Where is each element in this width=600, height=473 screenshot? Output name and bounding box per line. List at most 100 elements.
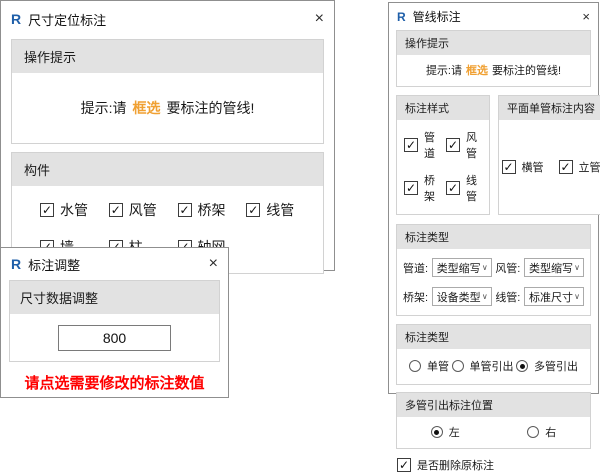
checkbox-conduit[interactable]: ✓ 线管 bbox=[446, 172, 484, 204]
dialog-title: 尺寸定位标注 bbox=[28, 10, 106, 29]
dropdown-value: 标准尺寸 bbox=[529, 289, 573, 305]
hint-text: 提示:请 框选 要标注的管线! bbox=[12, 73, 323, 143]
hint-group: 操作提示 提示:请 框选 要标注的管线! bbox=[396, 30, 591, 87]
checkbox-label: 风管 bbox=[466, 129, 484, 161]
titlebar[interactable]: R 管线标注 × bbox=[389, 3, 598, 30]
hint-text: 提示:请 框选 要标注的管线! bbox=[397, 55, 590, 86]
radio-label: 单管 bbox=[427, 358, 449, 374]
checkbox-label: 桥架 bbox=[198, 200, 226, 220]
radio-icon bbox=[409, 360, 421, 372]
titlebar[interactable]: R 标注调整 × bbox=[1, 248, 228, 280]
dropdown-tray-type[interactable]: 设备类型 ∨ bbox=[432, 287, 492, 306]
check-icon: ✓ bbox=[42, 204, 52, 216]
checkbox-label: 风管 bbox=[129, 200, 157, 220]
mode-radio-row: 单管 单管引出 多管引出 bbox=[397, 349, 590, 384]
checkbox-box: ✓ bbox=[246, 203, 260, 217]
checkbox-label: 桥架 bbox=[424, 172, 442, 204]
checkbox-pipe[interactable]: ✓ 管道 bbox=[404, 129, 442, 161]
chevron-down-icon: ∨ bbox=[482, 264, 488, 272]
checkbox-label: 是否删除原标注 bbox=[417, 457, 494, 473]
group-header-position: 多管引出标注位置 bbox=[397, 393, 590, 417]
dropdown-label-pipe: 管道: bbox=[403, 260, 428, 276]
close-icon[interactable]: × bbox=[582, 10, 590, 23]
annotation-style-group: 标注样式 ✓ 管道 ✓ 风管 ✓ 桥架 ✓ bbox=[396, 95, 490, 215]
plan-checkbox-row: ✓ 横管 ✓ 立管 bbox=[499, 120, 600, 214]
check-icon: ✓ bbox=[448, 182, 458, 194]
checkbox-wire-conduit[interactable]: ✓ 线管 bbox=[246, 200, 315, 220]
dimension-value-input[interactable] bbox=[58, 325, 171, 351]
titlebar[interactable]: R 尺寸定位标注 × bbox=[1, 1, 334, 37]
checkbox-label: 横管 bbox=[522, 159, 544, 175]
checkbox-water-pipe[interactable]: ✓ 水管 bbox=[40, 200, 109, 220]
leader-position-group: 多管引出标注位置 左 右 bbox=[396, 392, 591, 449]
revit-logo-icon: R bbox=[11, 12, 21, 26]
dimension-data-group: 尺寸数据调整 bbox=[9, 280, 220, 362]
radio-label: 多管引出 bbox=[534, 358, 578, 374]
dropdown-value: 类型缩写 bbox=[437, 260, 481, 276]
radio-single-pipe-leader[interactable]: 单管引出 bbox=[452, 358, 514, 374]
check-icon: ✓ bbox=[406, 139, 416, 151]
hint-suffix: 要标注的管线! bbox=[167, 98, 255, 118]
position-radio-row: 左 右 bbox=[397, 417, 590, 448]
hint-prefix: 提示:请 bbox=[426, 62, 462, 78]
checkbox-box: ✓ bbox=[559, 160, 573, 174]
type-dropdown-grid: 管道: 类型缩写 ∨ 风管: 类型缩写 ∨ 桥架: 设备类型 ∨ 线管: 标准尺… bbox=[397, 249, 590, 315]
radio-icon bbox=[452, 360, 464, 372]
check-icon: ✓ bbox=[111, 204, 121, 216]
style-checkbox-grid: ✓ 管道 ✓ 风管 ✓ 桥架 ✓ 线管 bbox=[397, 120, 489, 214]
check-icon: ✓ bbox=[406, 182, 416, 194]
checkbox-riser[interactable]: ✓ 立管 bbox=[559, 159, 600, 175]
annotation-mode-group: 标注类型 单管 单管引出 多管引出 bbox=[396, 324, 591, 385]
dialog-pipeline-annotation: R 管线标注 × 操作提示 提示:请 框选 要标注的管线! 标注样式 ✓ 管道 bbox=[388, 2, 599, 394]
group-header-type: 标注类型 bbox=[397, 225, 590, 249]
radio-label: 单管引出 bbox=[470, 358, 514, 374]
chevron-down-icon: ∨ bbox=[482, 293, 488, 301]
dialog-dimension-positioning: R 尺寸定位标注 × 操作提示 提示:请 框选 要标注的管线! 构件 ✓ 水管 … bbox=[0, 0, 335, 271]
checkbox-box: ✓ bbox=[40, 203, 54, 217]
radio-icon bbox=[516, 360, 528, 372]
check-icon: ✓ bbox=[399, 459, 409, 471]
checkbox-box: ✓ bbox=[404, 181, 418, 195]
close-icon[interactable]: × bbox=[315, 11, 324, 27]
radio-left[interactable]: 左 bbox=[431, 424, 460, 440]
dropdown-conduit-type[interactable]: 标准尺寸 ∨ bbox=[524, 287, 584, 306]
checkbox-label: 立管 bbox=[579, 159, 600, 175]
dropdown-duct-type[interactable]: 类型缩写 ∨ bbox=[524, 258, 584, 277]
radio-icon bbox=[431, 426, 443, 438]
checkbox-air-duct[interactable]: ✓ 风管 bbox=[109, 200, 178, 220]
check-icon: ✓ bbox=[503, 161, 513, 173]
revit-logo-icon: R bbox=[397, 11, 406, 23]
alert-text: 请点选需要修改的标注数值 bbox=[9, 372, 220, 393]
checkbox-tray[interactable]: ✓ 桥架 bbox=[404, 172, 442, 204]
group-header-hint: 操作提示 bbox=[397, 31, 590, 55]
radio-right[interactable]: 右 bbox=[527, 424, 556, 440]
check-icon: ✓ bbox=[179, 204, 189, 216]
dropdown-pipe-type[interactable]: 类型缩写 ∨ bbox=[432, 258, 492, 277]
annotation-type-group: 标注类型 管道: 类型缩写 ∨ 风管: 类型缩写 ∨ 桥架: 设备类型 ∨ 线管… bbox=[396, 224, 591, 316]
checkbox-cable-tray[interactable]: ✓ 桥架 bbox=[178, 200, 247, 220]
group-header-mode: 标注类型 bbox=[397, 325, 590, 349]
radio-multi-pipe-leader[interactable]: 多管引出 bbox=[516, 358, 578, 374]
chevron-down-icon: ∨ bbox=[574, 264, 580, 272]
checkbox-box: ✓ bbox=[397, 458, 411, 472]
checkbox-box: ✓ bbox=[446, 138, 460, 152]
checkbox-delete-original[interactable]: ✓ 是否删除原标注 bbox=[396, 457, 591, 473]
group-header-style: 标注样式 bbox=[397, 96, 489, 120]
dropdown-label-conduit: 线管: bbox=[495, 289, 520, 305]
group-header-hint: 操作提示 bbox=[12, 40, 323, 73]
check-icon: ✓ bbox=[248, 204, 258, 216]
checkbox-horizontal-pipe[interactable]: ✓ 横管 bbox=[502, 159, 544, 175]
checkbox-box: ✓ bbox=[404, 138, 418, 152]
dropdown-value: 设备类型 bbox=[437, 289, 481, 305]
radio-single-pipe[interactable]: 单管 bbox=[409, 358, 449, 374]
checkbox-box: ✓ bbox=[109, 203, 123, 217]
checkbox-duct[interactable]: ✓ 风管 bbox=[446, 129, 484, 161]
value-input-row bbox=[10, 314, 219, 361]
close-icon[interactable]: × bbox=[209, 256, 218, 272]
checkbox-label: 线管 bbox=[266, 200, 294, 220]
check-icon: ✓ bbox=[448, 139, 458, 151]
checkbox-box: ✓ bbox=[178, 203, 192, 217]
hint-prefix: 提示:请 bbox=[81, 98, 127, 118]
checkbox-label: 线管 bbox=[466, 172, 484, 204]
checkbox-label: 管道 bbox=[424, 129, 442, 161]
